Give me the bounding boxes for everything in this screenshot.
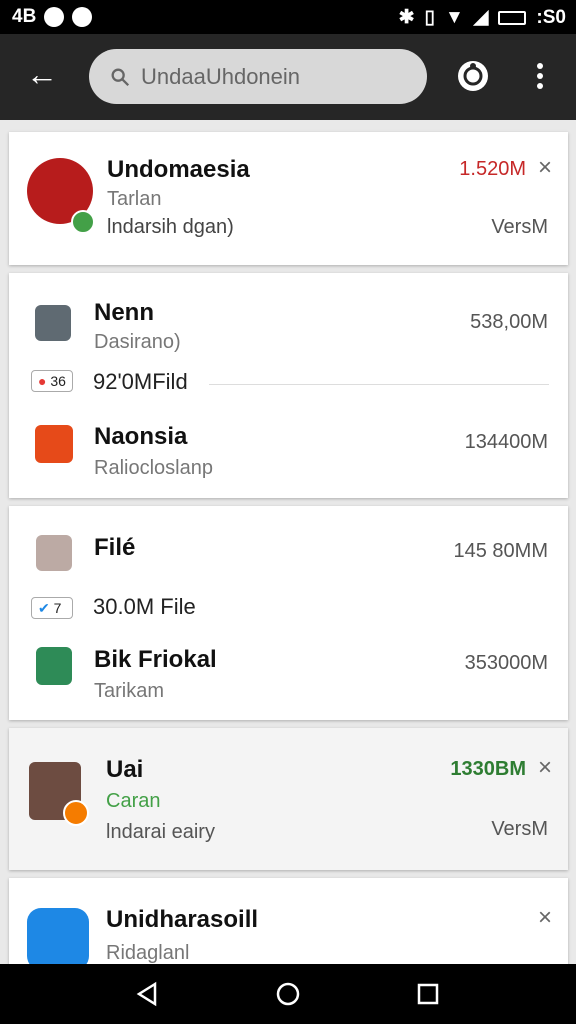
item-size: 1330BM [450, 758, 526, 780]
item-version: VersM [491, 818, 548, 840]
item-title: Unidharasoill [106, 906, 259, 933]
list-group: Nenn Dasirano) 538,00M ● 36 92'0MFild Na… [9, 273, 568, 498]
notification-icon [72, 7, 93, 27]
signal-icon: ◢ [473, 7, 489, 28]
item-subtitle: Raliocloslanp [94, 457, 213, 479]
check-badge-icon [71, 210, 95, 234]
item-title: Bik Friokal [94, 646, 217, 673]
close-icon[interactable]: × [538, 904, 552, 932]
download-list: Undomaesia Tarlan lndarsih dgan) 1.520M … [0, 120, 576, 964]
clock-text: :S0 [536, 6, 566, 28]
nav-back-icon[interactable] [133, 980, 161, 1008]
notification-icon [44, 7, 65, 27]
search-text: UndaaUhdonein [141, 63, 301, 89]
item-size: 538,00M [470, 311, 548, 333]
item-title: Nenn [94, 299, 154, 326]
item-subtitle: Tarlan [107, 188, 162, 210]
app-icon [35, 425, 73, 463]
divider [209, 384, 549, 385]
file-badge: ✔ 7 [31, 597, 73, 619]
item-version: VersM [491, 216, 548, 238]
nav-home-icon[interactable] [274, 980, 302, 1008]
file-text: 92'0MFild [93, 369, 188, 394]
more-vert-icon[interactable] [520, 56, 560, 96]
battery-icon [498, 10, 527, 25]
item-title: Undomaesia [107, 156, 250, 183]
item-size: 145 80MM [453, 540, 549, 562]
close-icon[interactable]: × [538, 154, 552, 182]
item-detail: lndarsih dgan) [107, 216, 234, 238]
warning-badge-icon [63, 800, 89, 826]
app-bar: ← UndaaUhdonein [0, 34, 576, 120]
list-item[interactable]: Undomaesia Tarlan lndarsih dgan) 1.520M … [9, 132, 568, 265]
vibrate-icon: ▯ [424, 7, 435, 28]
item-size: 353000M [464, 652, 548, 674]
back-arrow-icon[interactable]: ← [26, 58, 58, 90]
item-size: 1.520M [459, 158, 526, 180]
list-item[interactable]: Uai Caran lndarai eairy 1330BM × VersM [9, 728, 568, 870]
app-icon [36, 647, 72, 685]
item-subtitle: Caran [106, 790, 161, 812]
search-bar[interactable]: UndaaUhdonein [89, 49, 427, 104]
app-icon [27, 908, 89, 964]
item-title: Uai [106, 756, 144, 783]
item-title: Filé [94, 534, 136, 561]
status-bar: 4B ✱ ▯ ▼ ◢ :S0 [0, 0, 576, 34]
status-left-text: 4B [12, 6, 37, 27]
wifi-icon: ▼ [444, 6, 464, 28]
file-text: 30.0M File [93, 594, 196, 619]
app-icon [36, 535, 72, 571]
item-detail: lndarai eairy [106, 821, 215, 843]
app-icon [35, 305, 71, 341]
item-size: 134400M [464, 431, 548, 453]
item-subtitle: Ridaglanl [106, 942, 190, 964]
bluetooth-icon: ✱ [398, 7, 415, 28]
list-group: Filé 145 80MM ✔ 7 30.0M File Bik Friokal… [9, 506, 568, 720]
item-subtitle: Tarikam [94, 680, 165, 702]
search-icon [111, 68, 130, 86]
list-item[interactable]: Unidharasoill Ridaglanl × [9, 878, 568, 964]
item-title: Naonsia [94, 423, 188, 450]
sync-icon[interactable] [453, 56, 493, 96]
file-badge: ● 36 [31, 370, 73, 392]
item-subtitle: Dasirano) [94, 331, 181, 353]
close-icon[interactable]: × [538, 754, 552, 782]
system-nav-bar [0, 964, 576, 1024]
nav-recents-icon[interactable] [414, 980, 442, 1008]
